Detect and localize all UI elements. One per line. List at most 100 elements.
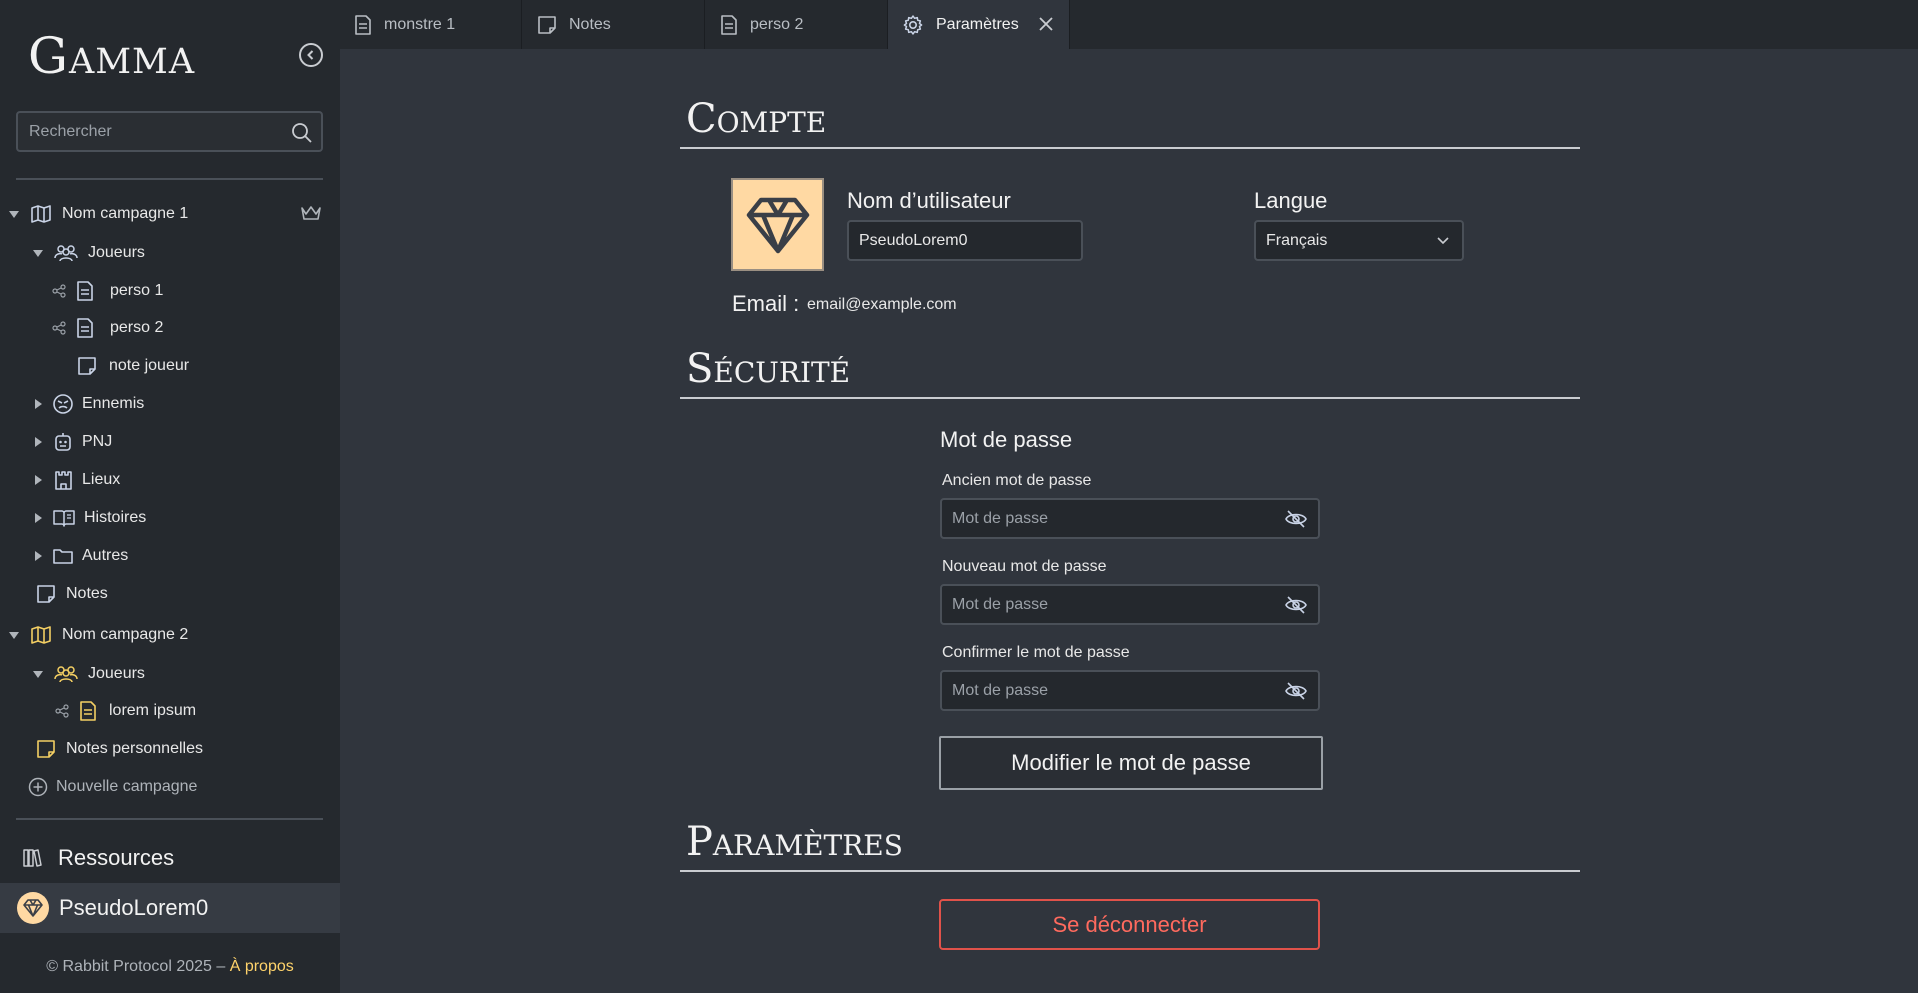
collapse-sidebar-button[interactable] [299,43,323,67]
resources-link[interactable]: Ressources [22,843,174,873]
books-icon [23,849,42,867]
caret-right-icon[interactable] [34,437,42,447]
users-icon [54,245,78,262]
caret-down-icon[interactable] [33,670,43,678]
chevron-down-icon [1437,237,1449,245]
document-icon [80,701,96,721]
plus-circle-icon [28,777,48,797]
tab-monstre-1[interactable]: monstre 1 [340,0,522,49]
language-value: Français [1266,231,1328,249]
eye-off-icon[interactable] [1284,595,1308,615]
tree-item-label: Nom campagne 2 [62,626,189,643]
eye-off-icon[interactable] [1284,509,1308,529]
confirm-password-input[interactable] [942,672,1318,709]
new-campaign-button[interactable]: Nouvelle campagne [28,773,197,801]
section-title-settings: Paramètres [686,819,903,865]
sidebar: Gamma Nom campagne 1 Joueurs perso 1 per… [0,0,340,993]
tree-item-notes[interactable]: Notes [36,580,108,608]
crown-icon [301,206,321,220]
section-divider [680,397,1580,399]
tree-item-personal-notes[interactable]: Notes personnelles [36,735,203,763]
username: PseudoLorem0 [59,895,209,920]
tree-item-note-joueur[interactable]: note joueur [77,352,189,380]
tab-bar: monstre 1 Notes perso 2 Paramètres [340,0,1918,49]
caret-right-icon[interactable] [34,551,42,561]
share-icon[interactable] [55,704,69,718]
section-title-account: Compte [686,96,827,142]
share-icon[interactable] [52,321,66,335]
tree-item-label: Notes [66,585,108,602]
change-password-button[interactable]: Modifier le mot de passe [939,736,1323,790]
search-box[interactable] [16,111,323,152]
search-input[interactable] [18,113,321,150]
language-select[interactable]: Français [1254,220,1464,261]
old-password-input[interactable] [942,500,1318,537]
tree-item-perso-1[interactable]: perso 1 [52,277,163,305]
document-icon [721,14,737,35]
tree-item-label: perso 1 [110,282,164,299]
app-logo: Gamma [28,27,196,85]
robot-icon [55,433,71,451]
tree-item-label: Histoires [84,509,147,526]
divider [16,818,323,820]
note-icon [538,15,556,34]
folder-icon [53,549,73,564]
caret-right-icon[interactable] [34,399,42,409]
search-icon[interactable] [291,122,313,144]
copyright-text: © Rabbit Protocol 2025 – [46,958,230,975]
castle-icon [55,471,72,490]
caret-down-icon[interactable] [33,249,43,257]
section-divider [680,147,1580,149]
tree-item-places[interactable]: Lieux [32,466,120,494]
tree-item-pnj[interactable]: PNJ [32,428,112,456]
tree-item-perso-2[interactable]: perso 2 [52,314,163,342]
username-input[interactable] [849,222,1081,259]
caret-right-icon[interactable] [34,513,42,523]
avatar[interactable] [731,178,824,271]
avatar [17,892,49,924]
user-profile-row[interactable]: PseudoLorem0 [0,883,340,933]
section-divider [680,870,1580,872]
share-icon[interactable] [52,284,66,298]
resources-label: Ressources [58,845,175,870]
new-password-field[interactable] [940,584,1320,625]
language-label: Langue [1254,188,1328,213]
tree-item-others[interactable]: Autres [32,542,128,570]
document-icon [77,318,93,338]
password-title: Mot de passe [940,427,1073,452]
confirm-password-field[interactable] [940,670,1320,711]
tree-item-players-2[interactable]: Joueurs [32,660,145,688]
tab-notes[interactable]: Notes [523,0,705,49]
caret-down-icon[interactable] [9,631,19,639]
caret-right-icon[interactable] [34,475,42,485]
eye-off-icon[interactable] [1284,681,1308,701]
new-password-input[interactable] [942,586,1318,623]
tree-item-campaign-2[interactable]: Nom campagne 2 [8,621,188,649]
tab-parametres[interactable]: Paramètres [888,0,1070,49]
tree-item-label: note joueur [109,357,190,374]
tree-item-campaign-1[interactable]: Nom campagne 1 [8,200,188,228]
tree-item-label: perso 2 [110,319,164,336]
tree-item-players-1[interactable]: Joueurs [32,239,145,267]
new-campaign-label: Nouvelle campagne [56,778,198,795]
caret-down-icon[interactable] [9,210,19,218]
book-icon [53,510,75,527]
new-password-label: Nouveau mot de passe [942,558,1107,575]
old-password-field[interactable] [940,498,1320,539]
tree-item-stories[interactable]: Histoires [32,504,146,532]
logout-button[interactable]: Se déconnecter [939,899,1320,950]
username-field[interactable] [847,220,1083,261]
tree-item-enemies[interactable]: Ennemis [32,390,144,418]
document-icon [77,281,93,301]
tab-perso-2[interactable]: perso 2 [706,0,888,49]
tab-label: monstre 1 [384,15,456,33]
close-icon[interactable] [1037,15,1055,33]
note-icon [78,357,96,375]
tree-item-label: Joueurs [88,244,145,261]
about-link[interactable]: À propos [230,958,294,975]
tree-item-label: Notes personnelles [66,740,203,757]
gear-icon [903,14,923,35]
tree-item-lorem-ipsum[interactable]: lorem ipsum [55,697,196,725]
tree-item-label: Autres [82,547,129,564]
note-icon [37,585,55,603]
